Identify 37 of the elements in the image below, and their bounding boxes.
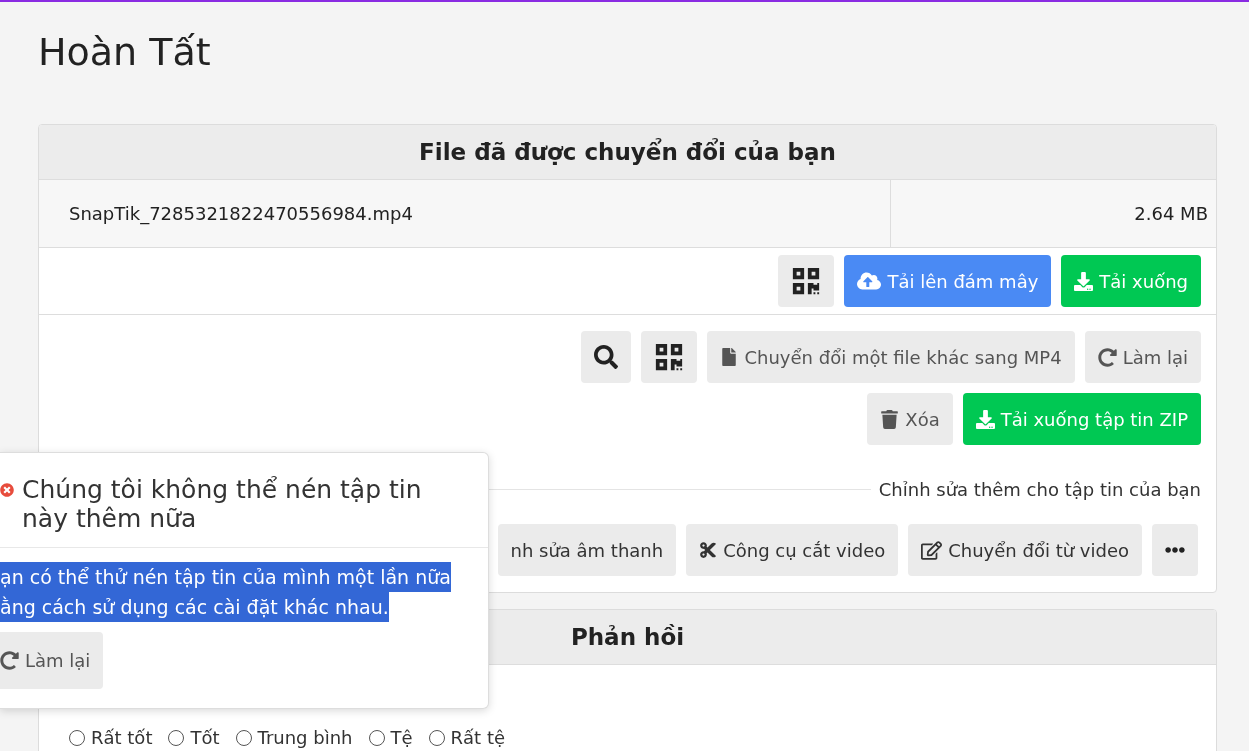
card-title: Phản hồi: [570, 624, 685, 650]
rating-option[interactable]: Rất tệ: [428, 727, 506, 749]
file-icon: [720, 348, 739, 366]
error-icon: [0, 483, 14, 497]
rating-option[interactable]: Tệ: [368, 727, 413, 749]
cut-button[interactable]: Công cụ cắt video: [686, 524, 899, 576]
convert-button[interactable]: Chuyển đổi một file khác sang MP4: [707, 331, 1075, 383]
qr-code-icon: [791, 266, 822, 296]
popup-message: ạn có thể thử nén tập tin của mình một lần nữa: [0, 562, 451, 592]
popup-title: Chúng tôi không thể nén tập tin này thêm nữa: [22, 475, 423, 533]
trash-icon: [880, 409, 900, 429]
card-title: File đã được chuyển đổi của bạn: [419, 139, 836, 165]
redo-button[interactable]: Làm lại: [1084, 331, 1201, 383]
edit-icon: [921, 539, 943, 561]
popup-message: ằng cách sử dụng các cài đặt khác nhau.: [0, 592, 389, 622]
rating-option[interactable]: Rất tốt: [69, 727, 153, 749]
edit-heading: Chỉnh sửa thêm cho tập tin của bạn: [878, 479, 1201, 500]
more-button[interactable]: [1152, 524, 1198, 576]
rating-option[interactable]: Trung bình: [235, 727, 353, 749]
tool-button[interactable]: nh sửa âm thanh: [497, 524, 677, 576]
rating-option[interactable]: Tốt: [168, 727, 220, 749]
download-icon: [1074, 271, 1094, 291]
qr-code-button[interactable]: [778, 255, 835, 307]
redo-icon: [0, 651, 19, 670]
qr-code-button[interactable]: [641, 331, 698, 383]
delete-button[interactable]: Xóa: [867, 393, 953, 445]
file-name: SnapTik_7285321822470556984.mp4: [39, 180, 891, 247]
download-icon: [975, 409, 995, 429]
qr-code-icon: [654, 342, 685, 372]
page-title: Hoàn Tất: [38, 30, 211, 74]
edit-button[interactable]: Chuyển đổi từ video: [908, 524, 1142, 576]
scissors-icon: [699, 541, 718, 559]
redo-icon: [1097, 347, 1117, 367]
search-icon: [594, 345, 619, 369]
redo-button[interactable]: Làm lại: [0, 632, 104, 689]
file-size: 2.64 MB: [1133, 202, 1209, 226]
search-button[interactable]: [581, 331, 632, 383]
